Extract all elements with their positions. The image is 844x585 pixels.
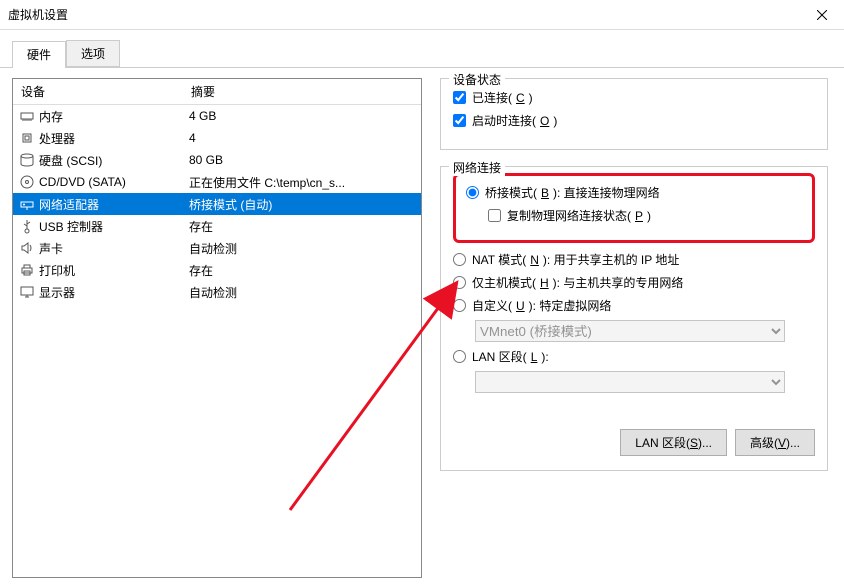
device-list-header: 设备 摘要 — [13, 79, 421, 105]
button-row: LAN 区段(S)... 高级(V)... — [453, 429, 815, 456]
device-summary: 存在 — [183, 216, 421, 237]
device-row[interactable]: 显示器 自动检测 — [13, 281, 421, 303]
checkbox-connect-poweron-input[interactable] — [453, 114, 466, 127]
group-network-connection: 网络连接 桥接模式(B): 直接连接物理网络 复制物理网络连接状态(P) NAT… — [440, 166, 828, 471]
tab-hardware[interactable]: 硬件 — [12, 41, 66, 68]
device-name: 内存 — [39, 108, 63, 125]
device-summary: 自动检测 — [183, 238, 421, 259]
device-summary: 4 GB — [183, 107, 421, 125]
checkbox-replicate-input[interactable] — [488, 209, 501, 222]
highlight-box: 桥接模式(B): 直接连接物理网络 复制物理网络连接状态(P) — [453, 173, 815, 243]
device-summary: 存在 — [183, 260, 421, 281]
device-row[interactable]: 打印机 存在 — [13, 259, 421, 281]
device-name: 显示器 — [39, 284, 75, 301]
device-name: CD/DVD (SATA) — [39, 175, 126, 189]
sound-icon — [19, 240, 35, 256]
device-row[interactable]: 处理器 4 — [13, 127, 421, 149]
device-row[interactable]: 内存 4 GB — [13, 105, 421, 127]
printer-icon — [19, 262, 35, 278]
radio-bridged-input[interactable] — [466, 186, 479, 199]
header-device: 设备 — [13, 79, 183, 104]
disk-icon — [19, 152, 35, 168]
radio-custom[interactable]: 自定义(U): 特定虚拟网络 — [453, 297, 815, 314]
group-title-network: 网络连接 — [449, 159, 505, 176]
device-name: 硬盘 (SCSI) — [39, 152, 102, 169]
device-summary: 正在使用文件 C:\temp\cn_s... — [183, 172, 421, 193]
header-summary: 摘要 — [183, 79, 421, 104]
radio-lan[interactable]: LAN 区段(L): — [453, 348, 815, 365]
device-name: 打印机 — [39, 262, 75, 279]
right-panel: 设备状态 已连接(C) 启动时连接(O) 网络连接 桥接模式(B): 直接连接物… — [436, 78, 832, 573]
device-summary: 自动检测 — [183, 282, 421, 303]
lan-segments-button[interactable]: LAN 区段(S)... — [620, 429, 727, 456]
device-name: 处理器 — [39, 130, 75, 147]
select-lan-segment — [475, 371, 785, 393]
radio-nat-input[interactable] — [453, 253, 466, 266]
content: 设备 摘要 内存 4 GB 处理器 4 硬盘 (SCSI) 80 GB CD/DVD (SA… — [0, 68, 844, 585]
close-icon — [817, 10, 827, 20]
radio-lan-input[interactable] — [453, 350, 466, 363]
checkbox-replicate[interactable]: 复制物理网络连接状态(P) — [488, 207, 802, 224]
device-summary: 桥接模式 (自动) — [183, 194, 421, 215]
device-row[interactable]: 硬盘 (SCSI) 80 GB — [13, 149, 421, 171]
radio-custom-input[interactable] — [453, 299, 466, 312]
radio-nat[interactable]: NAT 模式(N): 用于共享主机的 IP 地址 — [453, 251, 815, 268]
device-list: 设备 摘要 内存 4 GB 处理器 4 硬盘 (SCSI) 80 GB CD/DVD (SA… — [12, 78, 422, 578]
device-summary: 80 GB — [183, 151, 421, 169]
network-icon — [19, 196, 35, 212]
radio-bridged[interactable]: 桥接模式(B): 直接连接物理网络 — [466, 184, 802, 201]
device-summary: 4 — [183, 129, 421, 147]
checkbox-connected-input[interactable] — [453, 91, 466, 104]
device-row[interactable]: CD/DVD (SATA) 正在使用文件 C:\temp\cn_s... — [13, 171, 421, 193]
device-name: 网络适配器 — [39, 196, 99, 213]
device-name: 声卡 — [39, 240, 63, 257]
device-row[interactable]: 声卡 自动检测 — [13, 237, 421, 259]
device-row[interactable]: 网络适配器 桥接模式 (自动) — [13, 193, 421, 215]
left-panel: 设备 摘要 内存 4 GB 处理器 4 硬盘 (SCSI) 80 GB CD/DVD (SA… — [12, 78, 422, 573]
group-device-status: 设备状态 已连接(C) 启动时连接(O) — [440, 78, 828, 150]
radio-hostonly-input[interactable] — [453, 276, 466, 289]
usb-icon — [19, 218, 35, 234]
cd-icon — [19, 174, 35, 190]
tab-bar: 硬件 选项 — [0, 30, 844, 68]
tab-options[interactable]: 选项 — [66, 40, 120, 67]
checkbox-connect-poweron[interactable]: 启动时连接(O) — [453, 112, 815, 129]
device-name: USB 控制器 — [39, 218, 103, 235]
group-title-status: 设备状态 — [449, 71, 505, 88]
close-button[interactable] — [799, 0, 844, 30]
titlebar: 虚拟机设置 — [0, 0, 844, 30]
display-icon — [19, 284, 35, 300]
checkbox-connected[interactable]: 已连接(C) — [453, 89, 815, 106]
select-custom-vmnet: VMnet0 (桥接模式) — [475, 320, 785, 342]
cpu-icon — [19, 130, 35, 146]
radio-hostonly[interactable]: 仅主机模式(H): 与主机共享的专用网络 — [453, 274, 815, 291]
memory-icon — [19, 108, 35, 124]
advanced-button[interactable]: 高级(V)... — [735, 429, 815, 456]
device-row[interactable]: USB 控制器 存在 — [13, 215, 421, 237]
window-title: 虚拟机设置 — [8, 6, 68, 23]
